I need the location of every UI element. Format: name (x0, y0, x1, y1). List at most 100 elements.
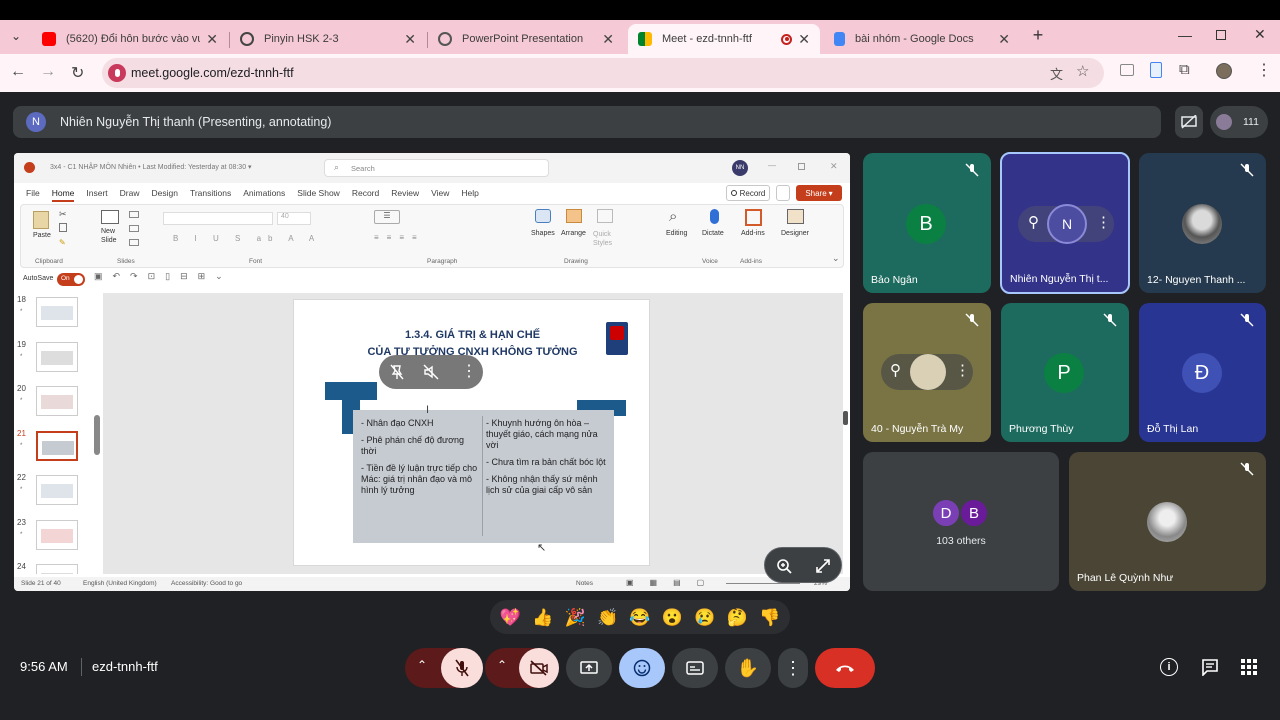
close-tab-icon[interactable]: ✕ (602, 31, 614, 48)
reaction-button[interactable]: 👍 (532, 609, 553, 626)
ppt-menu-home[interactable]: Home (51, 188, 75, 202)
new-slide-icon[interactable] (101, 210, 119, 224)
ppt-comments-button[interactable] (776, 185, 790, 201)
reaction-button[interactable]: 😢 (694, 609, 715, 626)
address-bar[interactable]: meet.google.com/ezd-tnnh-ftf 文 ☆ (102, 58, 1104, 88)
tab-search-icon[interactable]: ⌄ (6, 26, 26, 46)
reaction-button[interactable]: 💖 (500, 609, 521, 626)
cut-icon[interactable]: ✂ (59, 209, 67, 220)
reaction-button[interactable]: 🎉 (565, 609, 586, 626)
meeting-details-icon[interactable]: i (1160, 658, 1178, 676)
slide-thumbnail[interactable] (36, 519, 78, 550)
slide-thumbnail[interactable] (36, 297, 78, 327)
pin-icon[interactable]: ⚲ (890, 361, 901, 379)
ppt-minimize-button[interactable]: — (768, 161, 776, 170)
dictate-label[interactable]: Dictate (702, 230, 724, 237)
participant-tile-do-thi-lan[interactable]: Đ Đỗ Thị Lan (1139, 303, 1266, 442)
more-options-button[interactable]: ⋮ (778, 648, 808, 688)
editing-label[interactable]: Editing (666, 230, 687, 237)
ppt-menu-insert[interactable]: Insert (86, 188, 107, 202)
ppt-menu-design[interactable]: Design (152, 188, 178, 202)
ppt-menu-animations[interactable]: Animations (243, 188, 285, 202)
tab-google-docs[interactable]: bài nhóm - Google Docs ✕ (824, 24, 1020, 54)
browser-menu-icon[interactable]: ⋮ (1256, 60, 1272, 80)
slide-thumbnail[interactable] (36, 386, 78, 416)
site-mic-icon[interactable] (108, 64, 126, 82)
tab-pinyin[interactable]: Pinyin HSK 2-3 ✕ (230, 24, 426, 54)
volume-off-icon[interactable] (423, 364, 439, 380)
extensions-icon[interactable]: ⧉ (1179, 61, 1190, 78)
activities-icon[interactable] (1241, 659, 1257, 675)
bookmark-star-icon[interactable]: ☆ (1076, 62, 1089, 80)
ppt-user-avatar[interactable]: NN (732, 160, 748, 176)
participant-tile-bao-ngan[interactable]: B Bảo Ngân (863, 153, 991, 293)
reaction-button[interactable]: 👎 (759, 609, 780, 626)
maximize-button[interactable] (1216, 30, 1226, 40)
participant-tile-nguyen-thanh[interactable]: 12- Nguyen Thanh ... (1139, 153, 1266, 293)
ppt-search-box[interactable]: ⌕ Search (324, 159, 549, 177)
ppt-record-button[interactable]: Record (726, 185, 770, 201)
ppt-menu-transitions[interactable]: Transitions (190, 188, 231, 202)
chevron-up-icon[interactable]: ⌃ (417, 658, 427, 672)
chevron-up-icon[interactable]: ⌃ (497, 658, 507, 672)
participant-tile-presenter[interactable]: ⚲ N ⋮ Nhiên Nguyễn Thị t... (1000, 152, 1130, 294)
language-status[interactable]: English (United Kingdom) (83, 580, 157, 587)
more-options-icon[interactable]: ⋮ (955, 361, 970, 379)
designer-label[interactable]: Designer (781, 230, 809, 237)
notes-button[interactable]: Notes (576, 580, 593, 587)
minimize-button[interactable]: — (1178, 27, 1192, 43)
paste-label[interactable]: Paste (33, 232, 51, 239)
accessibility-status[interactable]: Accessibility: Good to go (171, 580, 242, 587)
new-tab-button[interactable]: + (1028, 25, 1048, 49)
fullscreen-icon[interactable] (815, 558, 831, 574)
ribbon-collapse-icon[interactable]: ⌄ (832, 253, 840, 264)
more-options-icon[interactable]: ⋮ (461, 361, 477, 381)
format-painter-icon[interactable]: ✎ (59, 238, 66, 247)
close-tab-icon[interactable]: ✕ (998, 31, 1010, 48)
ppt-document-title[interactable]: 3x4 - C1 NHẬP MÔN Nhiên • Last Modified:… (50, 163, 252, 171)
reaction-button[interactable]: 😮 (662, 609, 683, 626)
reactions-button[interactable] (619, 648, 665, 688)
shapes-label[interactable]: Shapes (531, 230, 555, 237)
slide-scrollbar[interactable] (842, 293, 850, 574)
ppt-menu-slide-show[interactable]: Slide Show (297, 188, 340, 202)
leave-call-button[interactable] (815, 648, 875, 688)
slide-thumbnail[interactable] (36, 475, 78, 505)
present-button[interactable] (566, 648, 612, 688)
profile-avatar[interactable] (1216, 63, 1232, 79)
ppt-menu-file[interactable]: File (26, 188, 40, 202)
reading-list-icon[interactable] (1120, 64, 1134, 76)
addins-label[interactable]: Add-ins (741, 230, 765, 237)
reaction-button[interactable]: 🤔 (727, 609, 748, 626)
dictate-icon[interactable] (710, 209, 719, 224)
ppt-menu-draw[interactable]: Draw (120, 188, 140, 202)
bullets-icon[interactable]: ☰ (374, 210, 400, 224)
translate-icon[interactable]: 文 (1050, 64, 1063, 83)
new-slide-label[interactable]: New Slide (101, 227, 127, 245)
participant-tile-phuong-thuy[interactable]: P Phương Thùy (1001, 303, 1129, 442)
zoom-in-icon[interactable] (776, 558, 792, 574)
pin-off-icon[interactable] (389, 364, 405, 380)
designer-icon[interactable] (787, 209, 804, 224)
participants-button[interactable]: 111 (1210, 106, 1268, 138)
font-name-field[interactable] (163, 212, 273, 225)
forward-button[interactable]: → (40, 63, 56, 81)
view-buttons[interactable]: ▣▦▤▢ (626, 578, 720, 587)
paragraph-align-icons[interactable]: ≡≡≡≡ (374, 233, 425, 242)
close-window-button[interactable]: ✕ (1254, 26, 1266, 43)
addins-icon[interactable] (745, 209, 762, 226)
ppt-menu-record[interactable]: Record (352, 188, 379, 202)
quick-styles-icon[interactable] (597, 209, 613, 223)
autosave-toggle[interactable]: On (57, 273, 85, 286)
font-size-field[interactable]: 40 (277, 212, 311, 225)
shapes-icon[interactable] (535, 209, 551, 223)
raise-hand-button[interactable]: ✋ (725, 648, 771, 688)
font-format-icons[interactable]: B I U S ab A A (173, 234, 321, 243)
ppt-menu-view[interactable]: View (431, 188, 449, 202)
thumbnail-scrollbar[interactable] (94, 293, 100, 574)
hide-presentation-button[interactable] (1175, 106, 1203, 138)
close-tab-icon[interactable]: ✕ (404, 31, 416, 48)
reaction-button[interactable]: 👏 (597, 609, 618, 626)
back-button[interactable]: ← (10, 63, 26, 81)
ppt-close-button[interactable]: ✕ (830, 161, 838, 172)
